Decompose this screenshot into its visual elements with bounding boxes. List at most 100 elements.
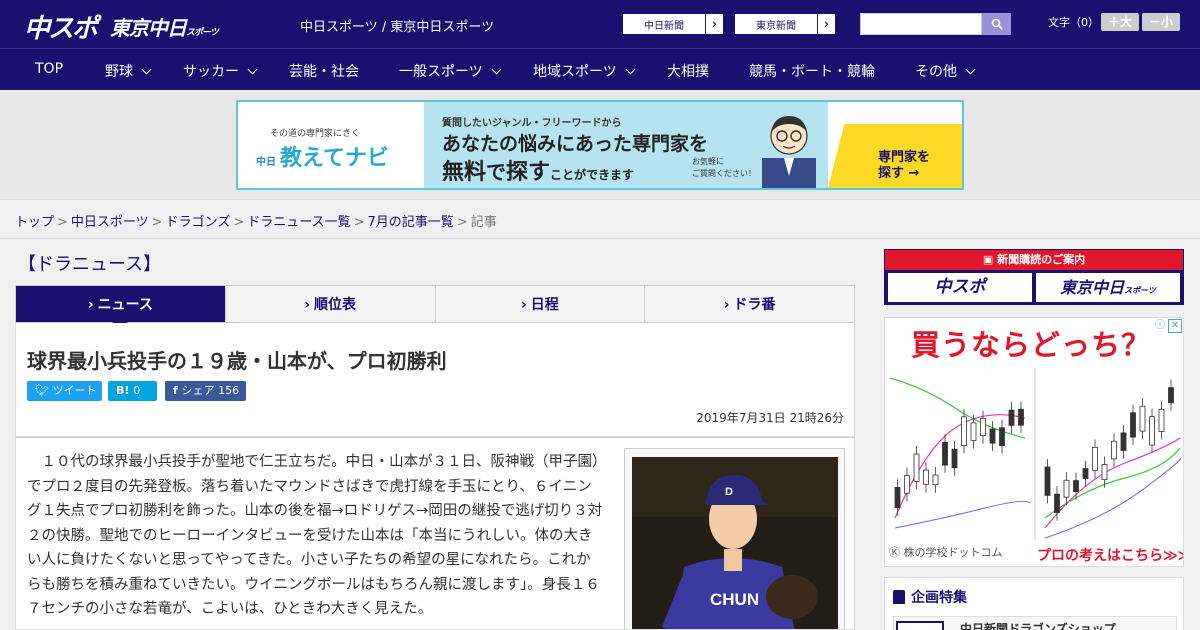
jersey-text: CHUN xyxy=(710,590,759,609)
ad-ma-line xyxy=(894,500,1031,529)
ad-footer: Ⓚ 株の学校ドットコム プロの考えはこちら≫≫ xyxy=(885,540,1183,566)
chevron-down-icon xyxy=(625,64,636,75)
facebook-share-button[interactable]: f シェア 156 xyxy=(165,381,246,401)
subscription-header: ▣ 新聞購読のご案内 xyxy=(885,250,1183,270)
feature-title-label: 企画特集 xyxy=(911,590,967,606)
article-body: １０代の球界最小兵投手が聖地で仁王立ちだ。中日・山本が３１日、阪神戦（甲子園）で… xyxy=(15,437,855,630)
ad-candle xyxy=(1111,440,1117,460)
breadcrumb-item[interactable]: 中日スポーツ xyxy=(71,215,149,230)
ad-candle xyxy=(1092,446,1098,471)
hatena-bookmark-button[interactable]: B! 0 xyxy=(108,381,157,401)
breadcrumb-item[interactable]: ドラゴンズ xyxy=(166,215,231,230)
banner-line3: 無料で探すことができます xyxy=(442,154,634,186)
nav-item-soccer[interactable]: サッカー xyxy=(183,61,258,81)
ad-candle xyxy=(1082,468,1089,479)
fb-share-count: 156 xyxy=(218,384,240,397)
banner-de: で xyxy=(486,160,507,184)
chunichi-shimbun-link[interactable]: 中日新聞 › xyxy=(622,13,724,35)
bookmark-icon xyxy=(893,590,905,604)
main-nav: TOP 野球 サッカー 芸能・社会 一般スポーツ 地域スポーツ 大相撲 競馬・ボ… xyxy=(0,48,1200,90)
top-ad-area: その道の専門家にきく 中日 教えてナビ 質問したいジャンル・フリーワードから あな… xyxy=(0,90,1200,200)
ad-advertiser-label: 株の学校ドットコム xyxy=(903,546,1003,559)
ad-candle xyxy=(1120,432,1127,451)
tokyo-shimbun-label: 東京新聞 xyxy=(756,20,796,32)
nav-label: 大相撲 xyxy=(667,64,709,80)
ad-candle xyxy=(951,448,958,469)
ad-candle xyxy=(923,469,929,485)
sidebar-ad[interactable]: 買うならどっち？ ⓘ ✕ Ⓚ 株の学校ドットコム プロの考えはこちら≫≫ xyxy=(884,317,1184,567)
tweet-button[interactable]: 🐦︎ ツイート xyxy=(27,381,102,401)
font-increase-button[interactable]: ＋大 xyxy=(1101,13,1139,31)
tab-news[interactable]: › ニュース xyxy=(16,286,226,330)
tokyo-shimbun-link[interactable]: 東京新聞 › xyxy=(734,13,836,35)
tab-schedule[interactable]: › 日程 xyxy=(436,286,646,322)
banner-cta[interactable]: 専門家を 探す → xyxy=(878,150,930,182)
pitcher-photo-illustration: D CHUN xyxy=(632,457,838,629)
chunichi-shimbun-label: 中日新聞 xyxy=(644,20,684,32)
subscribe-chuspo-link[interactable]: 中スポ xyxy=(888,273,1032,302)
banner-message: 質問したいジャンル・フリーワードから あなたの悩みにあった専門家を 無料で探すこ… xyxy=(424,102,828,188)
feature-thumbnail xyxy=(896,621,944,630)
oshiete-navi-banner[interactable]: その道の専門家にきく 中日 教えてナビ 質問したいジャンル・フリーワードから あな… xyxy=(236,100,964,190)
nav-item-baseball[interactable]: 野球 xyxy=(105,61,152,81)
search-input[interactable] xyxy=(860,13,982,35)
chevron-right-icon: › xyxy=(87,297,94,313)
chevron-right-icon: › xyxy=(705,14,723,34)
banner-line2: あなたの悩みにあった専門家を xyxy=(442,133,709,155)
search-icon xyxy=(991,18,1003,30)
subscription-header-label: 新聞購読のご案内 xyxy=(997,253,1086,266)
tokyo-chunichi-logo[interactable]: 東京中日スポーツ xyxy=(110,12,219,41)
tab-label: ドラ番 xyxy=(733,297,776,313)
tokyo-logo-sub: スポーツ xyxy=(186,28,219,38)
article-photo[interactable]: D CHUN xyxy=(632,457,838,629)
nav-item-local-sports[interactable]: 地域スポーツ xyxy=(533,61,636,81)
nav-item-racing[interactable]: 競馬・ボート・競輪 xyxy=(749,61,875,81)
breadcrumb-item[interactable]: 7月の記事一覧 xyxy=(368,215,454,230)
nav-item-other[interactable]: その他 xyxy=(915,61,976,81)
ad-cta[interactable]: プロの考えはこちら≫≫ xyxy=(1037,545,1183,565)
breadcrumb-item[interactable]: トップ xyxy=(15,215,54,230)
banner-note1: お気軽に xyxy=(692,157,724,166)
nav-item-entertainment[interactable]: 芸能・社会 xyxy=(289,61,359,81)
chevron-right-icon: › xyxy=(304,297,311,313)
nav-item-top[interactable]: TOP xyxy=(35,61,63,77)
article-header: 球界最小兵投手の１９歳・山本が、プロ初勝利 🐦︎ ツイート B! 0 f シェア… xyxy=(15,323,855,437)
ad-candle xyxy=(894,486,901,509)
nav-item-general-sports[interactable]: 一般スポーツ xyxy=(399,61,502,81)
twitter-icon: 🐦︎ xyxy=(35,384,53,397)
nav-item-sumo[interactable]: 大相撲 xyxy=(667,61,709,81)
ad-info-icon[interactable]: ⓘ xyxy=(1153,319,1167,333)
nav-label: 地域スポーツ xyxy=(533,64,617,80)
banner-logo-chu: 中日 xyxy=(256,157,276,168)
tokyo-logo-text: 東京中日 xyxy=(110,16,187,40)
banner-logo-text: 教えてナビ xyxy=(280,146,389,171)
tab-standings[interactable]: › 順位表 xyxy=(226,286,436,322)
tab-dora-ban[interactable]: › ドラ番 xyxy=(645,286,854,322)
subscribe-tokyo-chunichi-link[interactable]: 東京中日スポーツ xyxy=(1036,273,1180,302)
ad-advertiser: Ⓚ 株の学校ドットコム xyxy=(889,544,1003,560)
ad-candle xyxy=(1158,408,1165,432)
banner-left: その道の専門家にきく 中日 教えてナビ xyxy=(238,102,424,188)
ad-close-icon[interactable]: ✕ xyxy=(1168,319,1182,333)
ad-title: 買うならどっち？ xyxy=(911,328,1152,362)
search-button[interactable] xyxy=(982,13,1011,35)
nav-label: 一般スポーツ xyxy=(399,64,483,80)
candlestick-illustration xyxy=(889,368,1182,540)
svg-text:D: D xyxy=(725,486,733,498)
feature-item[interactable]: 中日新聞ドラゴンズショップ xyxy=(893,616,1177,630)
breadcrumb-item[interactable]: ドラニュース一覧 xyxy=(247,215,350,230)
banner-logo: 中日 教えてナビ xyxy=(256,140,389,172)
breadcrumb-sep: > xyxy=(57,215,68,230)
consultant-illustration xyxy=(762,116,816,188)
chuspo-logo[interactable]: 中スポ xyxy=(24,8,98,45)
subscription-box: ▣ 新聞購読のご案内 中スポ 東京中日スポーツ xyxy=(884,249,1184,305)
ad-candle xyxy=(1044,466,1051,496)
ad-candle xyxy=(970,422,977,442)
chevron-down-icon xyxy=(247,64,258,75)
banner-tagline: その道の専門家にきく xyxy=(270,129,361,139)
tab-label: 順位表 xyxy=(314,297,357,313)
subscribe-tokyo-label: 東京中日 xyxy=(1060,278,1125,297)
section-tabs: › ニュース › 順位表 › 日程 › ドラ番 xyxy=(15,285,855,330)
font-decrease-button[interactable]: －小 xyxy=(1142,13,1180,31)
ad-candle xyxy=(932,474,939,486)
